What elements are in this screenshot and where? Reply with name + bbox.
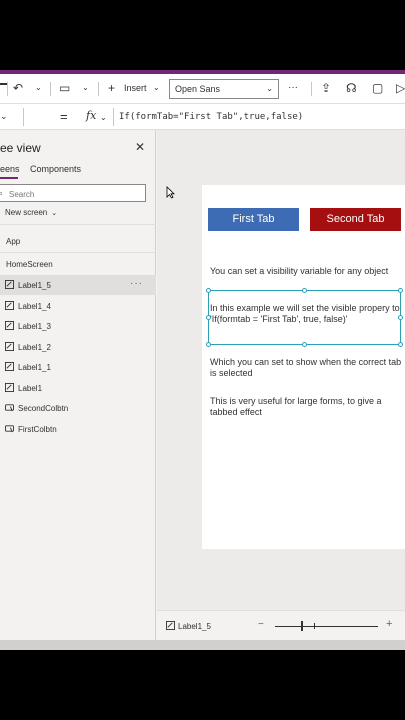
label-visibility-intro[interactable]: You can set a visibility variable for an… (210, 266, 402, 277)
label-icon (5, 321, 14, 330)
mouse-cursor-icon (166, 186, 175, 199)
selected-control-name[interactable]: Label1_5 (178, 622, 211, 631)
tree-item-label: FirstColbtn (18, 425, 57, 434)
tree-item-label1-3[interactable]: Label1_3 (0, 316, 156, 336)
tree-item-label: HomeScreen (6, 260, 53, 269)
formula-bar: ⌄ = fx ⌄ If(formTab="First Tab",true,fal… (0, 104, 405, 130)
tree-item-label1-4[interactable]: Label1_4 (0, 296, 156, 316)
tree-item-firstcolbtn[interactable]: FirstColbtn (0, 419, 156, 439)
label-icon (5, 362, 14, 371)
search-box[interactable]: ⌕ (0, 184, 146, 202)
label-useful[interactable]: This is very useful for large forms, to … (210, 396, 402, 418)
tree-item-label: Label1_2 (18, 343, 51, 352)
property-dropdown-chevron-icon[interactable]: ⌄ (0, 110, 8, 122)
preview-icon[interactable]: ▷ (396, 82, 405, 94)
tree-item-label1-5[interactable]: Label1_5 ··· (0, 275, 156, 295)
paste-icon[interactable]: ▭ (59, 82, 70, 94)
more-options-icon[interactable]: ··· (130, 278, 143, 289)
zoom-slider-thumb[interactable] (301, 621, 303, 631)
tab-components[interactable]: Components (30, 164, 81, 174)
fx-icon[interactable]: fx (86, 109, 96, 122)
search-input[interactable] (9, 188, 139, 200)
tree-view-title: ee view (0, 141, 41, 155)
font-family-select[interactable]: Open Sans ⌄ (169, 79, 279, 99)
zoom-in-button[interactable]: + (386, 618, 392, 630)
active-tab-indicator (0, 177, 18, 179)
undo-icon[interactable]: ↶ (13, 82, 23, 94)
undo-dropdown-icon[interactable]: ⌄ (35, 82, 42, 94)
tab-screens[interactable]: eens (0, 164, 20, 174)
tree-item-label: Label1_5 (18, 281, 51, 290)
formula-equals: = (60, 109, 68, 124)
tree-item-label: SecondColbtn (18, 404, 69, 413)
paste-dropdown-icon[interactable]: ⌄ (82, 82, 89, 94)
font-family-value: Open Sans (175, 84, 221, 94)
label-show-when[interactable]: Which you can set to show when the corre… (210, 357, 402, 379)
resize-handle[interactable] (206, 288, 211, 293)
new-screen-label: New screen (5, 208, 48, 217)
insert-dropdown-icon[interactable]: ⌄ (153, 82, 160, 94)
command-bar: ↶ ⌄ ▭ ⌄ + Insert ⌄ Open Sans ⌄ ··· ⇪ ☊ ▢… (0, 74, 405, 104)
resize-handle[interactable] (302, 342, 307, 347)
formula-input[interactable]: If(formTab="First Tab",true,false) (119, 112, 303, 122)
horizontal-scrollbar[interactable] (0, 640, 405, 650)
resize-handle[interactable] (398, 342, 403, 347)
tree-item-secondcolbtn[interactable]: SecondColbtn (0, 398, 156, 418)
search-icon: ⌕ (0, 188, 4, 198)
label-icon (5, 280, 14, 289)
chevron-down-icon: ⌄ (51, 210, 58, 217)
fx-dropdown-icon[interactable]: ⌄ (100, 112, 107, 124)
label-icon (5, 383, 14, 392)
resize-handle[interactable] (206, 315, 211, 320)
zoom-out-button[interactable]: − (258, 619, 264, 630)
label-icon (5, 342, 14, 351)
zoom-slider[interactable] (275, 626, 378, 627)
tree-item-label1-2[interactable]: Label1_2 (0, 337, 156, 357)
tree-item-app[interactable]: App (0, 231, 156, 251)
tree-item-label: Label1_4 (18, 302, 51, 311)
first-tab-button[interactable]: First Tab (208, 208, 299, 231)
resize-handle[interactable] (398, 288, 403, 293)
tree-item-label1[interactable]: Label1 (0, 378, 156, 398)
more-commands-button[interactable]: ··· (288, 82, 298, 93)
comments-icon[interactable]: ▢ (372, 82, 383, 94)
resize-handle[interactable] (206, 342, 211, 347)
app-checker-icon[interactable]: ☊ (346, 82, 357, 94)
resize-handle[interactable] (302, 288, 307, 293)
resize-handle[interactable] (398, 315, 403, 320)
tree-item-label: Label1_3 (18, 322, 51, 331)
zoom-default-tick (314, 623, 315, 629)
new-screen-button[interactable]: New screen ⌄ (5, 208, 57, 217)
tree-item-homescreen[interactable]: HomeScreen (0, 254, 156, 274)
button-icon (5, 404, 14, 412)
tree-item-label1-1[interactable]: Label1_1 (0, 357, 156, 377)
label-icon (166, 621, 175, 630)
video-frame: ↶ ⌄ ▭ ⌄ + Insert ⌄ Open Sans ⌄ ··· ⇪ ☊ ▢… (0, 0, 405, 720)
label-icon (5, 301, 14, 310)
chevron-down-icon: ⌄ (266, 84, 273, 93)
insert-button[interactable]: Insert (124, 83, 147, 93)
second-tab-button[interactable]: Second Tab (310, 208, 401, 231)
tree-item-label: Label1_1 (18, 363, 51, 372)
share-icon[interactable]: ⇪ (321, 82, 331, 94)
selection-box (208, 290, 401, 345)
insert-plus-icon[interactable]: + (108, 82, 115, 94)
tree-item-label: App (6, 237, 21, 246)
button-icon (5, 425, 14, 433)
tree-view-panel: ee view ✕ eens Components ⌕ New screen⌄ … (0, 130, 156, 650)
tree-item-label: Label1 (18, 384, 43, 393)
close-icon[interactable]: ✕ (135, 140, 145, 154)
